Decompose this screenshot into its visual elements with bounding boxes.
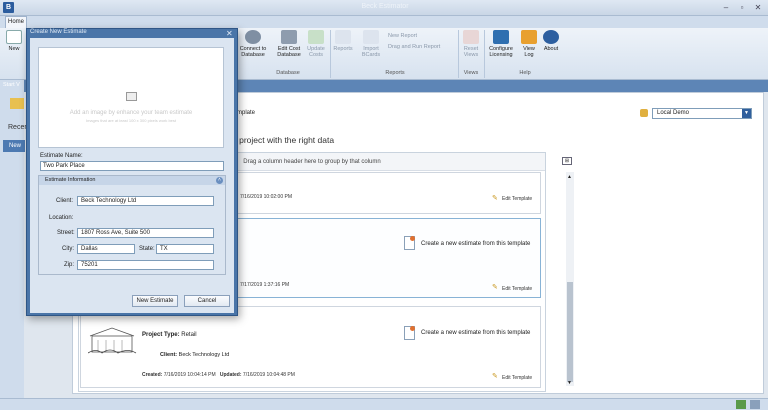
status-bar <box>0 398 768 410</box>
section-title: e project with the right data <box>232 135 335 145</box>
card-created-date: 7/17/2019 1:37:16 PM <box>240 282 290 288</box>
pencil-icon: ✎ <box>492 284 498 291</box>
image-placeholder-text: Add an image by enhance your team estima… <box>69 110 193 116</box>
image-icon <box>126 92 137 101</box>
collapse-icon[interactable]: ˄ <box>216 177 223 184</box>
log-icon <box>521 30 537 44</box>
update-costs-button[interactable]: Update Costs <box>304 30 328 58</box>
pencil-icon: ✎ <box>492 373 498 380</box>
edit-template-link[interactable]: Edit Template <box>502 375 532 381</box>
estimate-name-label: Estimate Name: <box>40 153 83 159</box>
tab-home[interactable]: Home <box>5 16 27 28</box>
location-label: Location: <box>49 215 74 221</box>
status-settings-icon[interactable] <box>750 400 760 409</box>
document-icon <box>404 326 415 340</box>
reset-views-button[interactable]: Reset Views <box>460 30 482 58</box>
maximize-icon[interactable]: ▫ <box>736 3 748 13</box>
cancel-button[interactable]: Cancel <box>184 295 230 307</box>
database-icon <box>245 30 261 44</box>
import-icon <box>363 30 379 44</box>
state-label: State: <box>139 246 155 252</box>
about-icon <box>543 30 559 44</box>
project-client: Client: Beck Technology Ltd <box>160 352 230 358</box>
cost-db-icon <box>281 30 297 44</box>
estimate-info-header: Estimate Information <box>39 176 225 185</box>
licensing-icon <box>493 30 509 44</box>
window-title: Beck Estimator <box>361 3 409 10</box>
import-bcards-button[interactable]: Import BCards <box>356 30 386 58</box>
connect-database-button[interactable]: Connect to Database <box>234 30 272 58</box>
zip-input[interactable]: 75201 <box>77 260 214 270</box>
building-sketch-image <box>88 327 137 354</box>
dialog-title: Create New Estimate <box>30 29 87 35</box>
scroll-up-icon[interactable]: ▲ <box>567 174 572 180</box>
state-input[interactable]: TX <box>156 244 214 254</box>
street-input[interactable]: 1807 Ross Ave, Suite 500 <box>77 228 214 238</box>
client-input[interactable]: Beck Technology Ltd <box>77 196 214 206</box>
minimize-icon[interactable]: – <box>720 3 732 13</box>
new-report-button[interactable]: New Report <box>388 33 417 39</box>
edit-template-link[interactable]: Edit Template <box>502 196 532 202</box>
reports-button[interactable]: Reports <box>330 30 356 52</box>
city-input[interactable]: Dallas <box>77 244 135 254</box>
database-select[interactable]: Local Demo <box>652 108 752 119</box>
new-estimate-button[interactable]: New Estimate <box>132 295 178 307</box>
ribbon-separator <box>458 30 459 78</box>
reports-icon <box>335 30 351 44</box>
group-label-help: Help <box>519 70 531 76</box>
database-small-icon <box>640 109 648 117</box>
client-label: Client: <box>56 198 74 204</box>
close-icon[interactable]: ✕ <box>226 29 233 38</box>
app-icon[interactable]: B <box>3 2 14 13</box>
card-created-date: 7/16/2019 10:02:00 PM <box>240 194 292 200</box>
about-button[interactable]: About <box>540 30 562 52</box>
scrollbar-thumb[interactable] <box>567 282 573 382</box>
ribbon-tab-row <box>0 16 768 28</box>
edit-cost-database-button[interactable]: Edit Cost Database <box>272 30 306 58</box>
image-hint-text: Images that are at least 100 x 300 pixel… <box>85 118 177 123</box>
card-dates: Created: 7/16/2019 10:04:14 PM Updated: … <box>142 372 295 378</box>
scroll-down-icon[interactable]: ▼ <box>567 380 572 386</box>
reset-views-icon <box>463 30 479 44</box>
group-label-database: Database <box>276 70 300 76</box>
new-from-template-link[interactable]: Create a new estimate from this template <box>421 241 530 247</box>
view-log-button[interactable]: View Log <box>518 30 540 58</box>
close-window-icon[interactable]: ✕ <box>752 3 764 13</box>
grid-options-icon[interactable]: ⊞ <box>562 157 572 165</box>
start-view-label: Start V <box>3 82 20 88</box>
left-nav-new[interactable]: New <box>3 140 25 152</box>
group-label-views: Views <box>463 70 479 76</box>
update-icon <box>308 30 324 44</box>
city-label: City: <box>62 246 74 252</box>
street-label: Street: <box>57 230 75 236</box>
chevron-down-icon[interactable]: ▼ <box>742 109 751 118</box>
zip-label: Zip: <box>64 262 75 268</box>
group-label-reports: Reports <box>385 70 405 76</box>
new-icon <box>6 30 22 44</box>
pencil-icon: ✎ <box>492 195 498 202</box>
configure-licensing-button[interactable]: Configure Licensing <box>484 30 518 58</box>
new-from-template-link[interactable]: Create a new estimate from this template <box>421 330 530 336</box>
document-icon <box>404 236 415 250</box>
folder-icon[interactable] <box>10 98 24 109</box>
drag-run-report-button[interactable]: Drag and Run Report <box>388 44 440 50</box>
status-ok-icon[interactable] <box>736 400 746 409</box>
new-button[interactable]: New <box>0 30 28 52</box>
estimate-name-input[interactable]: Two Park Place <box>40 161 224 171</box>
edit-template-link[interactable]: Edit Template <box>502 286 532 292</box>
project-type: Project Type: Retail <box>142 332 197 338</box>
